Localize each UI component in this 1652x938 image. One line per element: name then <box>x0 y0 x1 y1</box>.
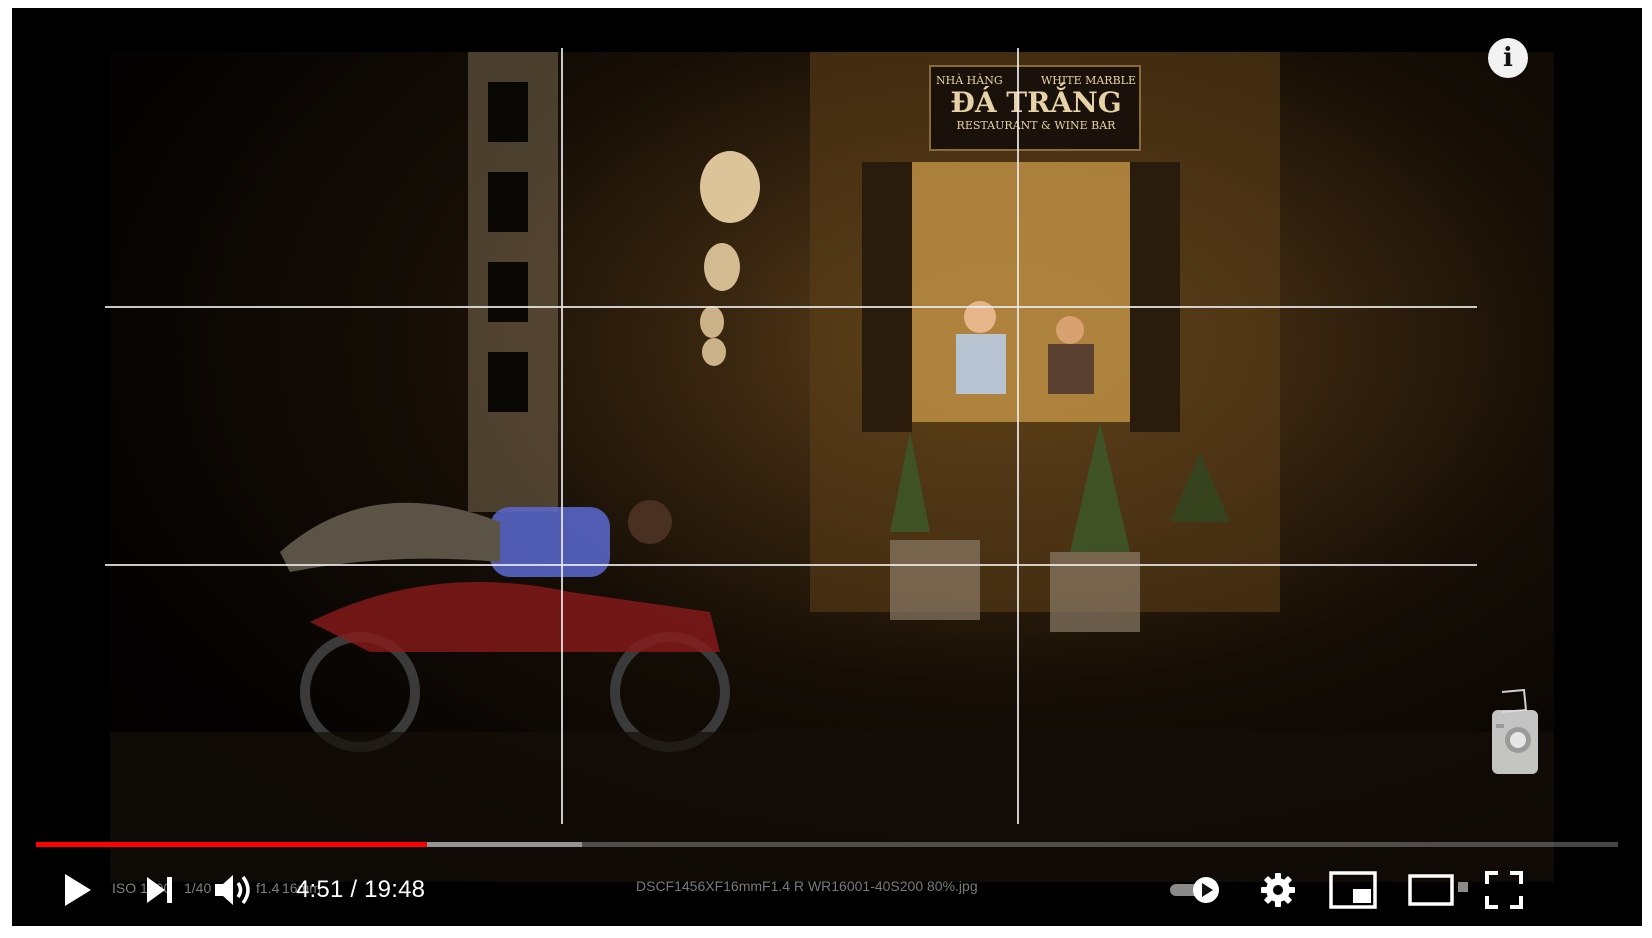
volume-icon <box>215 875 250 905</box>
settings-button[interactable] <box>1258 870 1298 910</box>
camera-watermark-icon[interactable] <box>1484 688 1544 784</box>
video-frame[interactable]: NHÀ HÀNG WHITE MARBLE ĐÁ TRẮNG RESTAURAN… <box>12 8 1642 926</box>
video-scene: NHÀ HÀNG WHITE MARBLE ĐÁ TRẮNG RESTAURAN… <box>110 52 1554 882</box>
volume-button[interactable] <box>212 870 256 910</box>
time-separator: / <box>343 876 365 903</box>
control-bar: ISO 1600 1/40 f1.4 16mm 4:51 / 19:48 DSC… <box>12 858 1642 918</box>
time-display: 4:51 / 19:48 <box>296 876 425 904</box>
autoplay-toggle-icon <box>1170 877 1219 903</box>
theater-mode-icon <box>1408 874 1468 906</box>
sign-main: ĐÁ TRẮNG <box>950 86 1122 119</box>
fullscreen-button[interactable] <box>1484 870 1524 910</box>
info-icon[interactable]: i <box>1488 38 1528 78</box>
grid-line-vertical-right <box>1017 48 1019 824</box>
miniplayer-button[interactable] <box>1328 870 1378 910</box>
video-player[interactable]: NHÀ HÀNG WHITE MARBLE ĐÁ TRẮNG RESTAURAN… <box>12 8 1642 926</box>
seek-bar-played <box>36 842 427 847</box>
time-total: 19:48 <box>364 876 426 903</box>
seek-bar[interactable] <box>36 842 1618 847</box>
time-current: 4:51 <box>296 876 344 903</box>
play-icon <box>65 874 91 906</box>
autoplay-toggle[interactable] <box>1166 870 1226 910</box>
video-photo <box>110 52 1554 882</box>
theater-mode-button[interactable] <box>1406 872 1472 908</box>
info-glyph: i <box>1503 43 1513 73</box>
fullscreen-icon <box>1485 871 1523 909</box>
grid-line-horizontal-bottom <box>105 564 1477 566</box>
overlay-filename: DSCF1456XF16mmF1.4 R WR16001-40S200 80%.… <box>636 878 978 894</box>
play-button[interactable] <box>58 870 98 910</box>
next-button[interactable] <box>142 872 178 908</box>
exif-shutter: 1/40 <box>184 880 212 896</box>
sign-sub: RESTAURANT & WINE BAR <box>956 119 1116 132</box>
restaurant-sign: NHÀ HÀNG WHITE MARBLE ĐÁ TRẮNG RESTAURAN… <box>936 74 1136 132</box>
next-icon <box>147 877 172 903</box>
exif-aperture: f1.4 <box>256 880 280 896</box>
gear-icon <box>1261 873 1295 907</box>
grid-line-horizontal-top <box>105 306 1477 308</box>
grid-line-vertical-left <box>561 48 563 824</box>
miniplayer-icon <box>1329 871 1377 909</box>
